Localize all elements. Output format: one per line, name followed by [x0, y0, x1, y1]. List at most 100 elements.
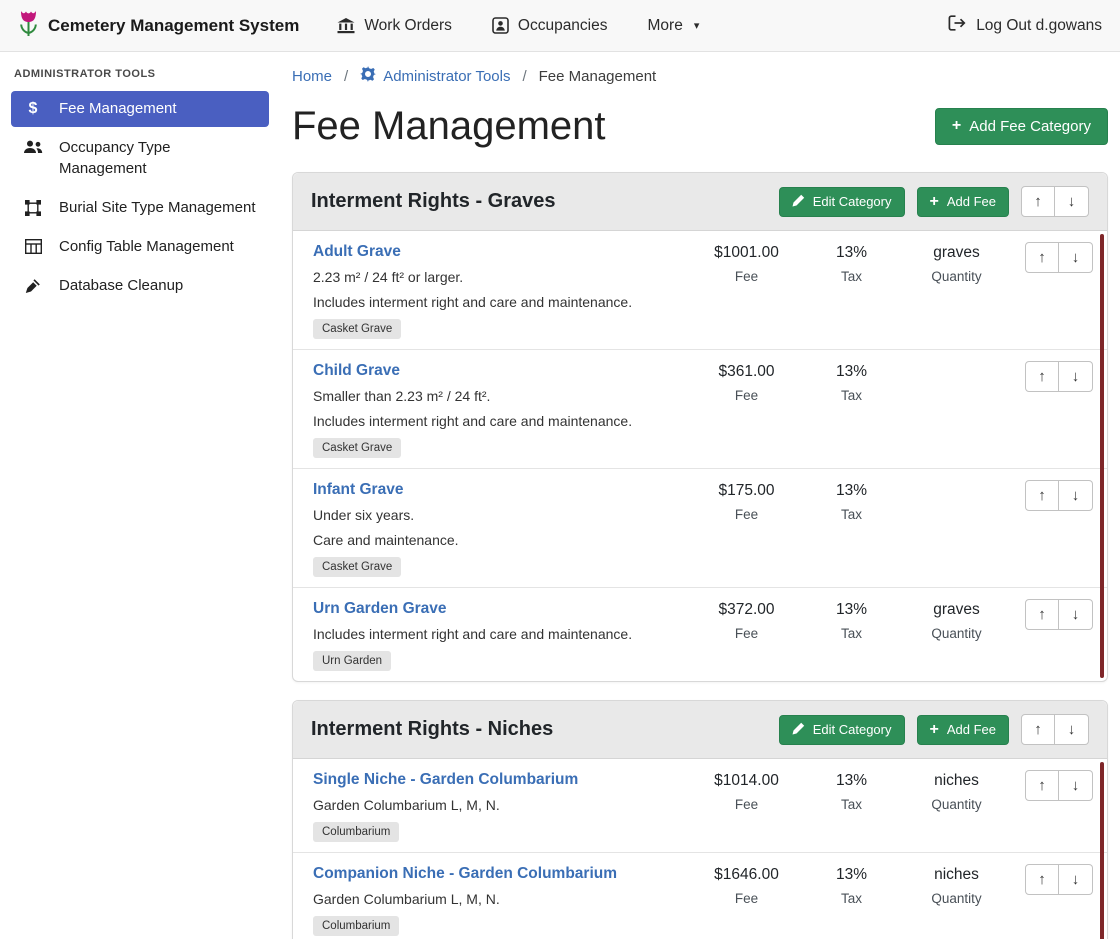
breadcrumb-separator: / — [522, 68, 526, 85]
fee-tax-value: 13% — [799, 362, 904, 382]
edit-category-button[interactable]: Edit Category — [779, 187, 905, 217]
move-fee-down-button[interactable]: ↓ — [1059, 242, 1093, 273]
fee-tax-label: Tax — [799, 507, 904, 522]
fee-amount-value: $1014.00 — [694, 771, 799, 791]
fee-quantity-label: Quantity — [904, 797, 1009, 812]
fee-tax-value: 13% — [799, 865, 904, 885]
logout-button[interactable]: Log Out d.gowans — [948, 15, 1102, 36]
fee-tax-column: 13% Tax — [799, 242, 904, 284]
arrow-up-icon: ↑ — [1038, 487, 1046, 504]
fee-description: Includes interment right and care and ma… — [313, 411, 686, 431]
sidebar-item-label: Occupancy Type Management — [59, 138, 258, 179]
move-category-up-button[interactable]: ↑ — [1021, 186, 1055, 217]
fee-tax-label: Tax — [799, 891, 904, 906]
sidebar-item-burial-site-type-management[interactable]: Burial Site Type Management — [11, 190, 269, 226]
fee-name-link[interactable]: Companion Niche - Garden Columbarium — [313, 864, 617, 884]
arrow-up-icon: ↑ — [1038, 606, 1046, 623]
breadcrumb-admin-tools-label: Administrator Tools — [383, 68, 510, 85]
breadcrumb-admin-tools-link[interactable]: Administrator Tools — [360, 66, 510, 86]
move-fee-up-button[interactable]: ↑ — [1025, 599, 1059, 630]
top-navbar: Cemetery Management System Work Orders — [0, 0, 1120, 52]
sidebar-item-config-table-management[interactable]: Config Table Management — [11, 229, 269, 265]
sidebar: ADMINISTRATOR TOOLS $ Fee Management Occ… — [0, 52, 280, 939]
fee-amount-column: $372.00 Fee — [694, 599, 799, 641]
fee-name-link[interactable]: Single Niche - Garden Columbarium — [313, 770, 578, 790]
fee-name-link[interactable]: Infant Grave — [313, 480, 403, 500]
move-category-up-button[interactable]: ↑ — [1021, 714, 1055, 745]
move-fee-up-button[interactable]: ↑ — [1025, 770, 1059, 801]
fee-amount-value: $372.00 — [694, 600, 799, 620]
nav-work-orders[interactable]: Work Orders — [337, 17, 452, 35]
arrow-down-icon: ↓ — [1072, 777, 1080, 794]
sidebar-item-label: Database Cleanup — [59, 276, 183, 296]
fee-description: Care and maintenance. — [313, 530, 686, 550]
move-category-down-button[interactable]: ↓ — [1055, 714, 1089, 745]
breadcrumb-separator: / — [344, 68, 348, 85]
sidebar-item-database-cleanup[interactable]: Database Cleanup — [11, 268, 269, 304]
breadcrumb-home-link[interactable]: Home — [292, 68, 332, 85]
edit-category-button[interactable]: Edit Category — [779, 715, 905, 745]
fee-quantity-label: Quantity — [904, 626, 1009, 641]
add-fee-button[interactable]: + Add Fee — [917, 715, 1010, 745]
fee-amount-label: Fee — [694, 797, 799, 812]
breadcrumb: Home / Administrator Tools / Fee Managem… — [292, 66, 1108, 86]
add-fee-category-label: Add Fee Category — [969, 118, 1091, 135]
card-scrollbar-thumb[interactable] — [1100, 234, 1104, 678]
fee-amount-value: $175.00 — [694, 481, 799, 501]
fee-tax-label: Tax — [799, 269, 904, 284]
fee-name-link[interactable]: Adult Grave — [313, 242, 401, 262]
move-fee-up-button[interactable]: ↑ — [1025, 480, 1059, 511]
category-title: Interment Rights - Graves — [311, 190, 767, 213]
page-title: Fee Management — [292, 102, 606, 150]
fee-name-link[interactable]: Urn Garden Grave — [313, 599, 447, 619]
fee-info: Infant Grave Under six years.Care and ma… — [313, 480, 694, 577]
move-fee-down-button[interactable]: ↓ — [1059, 480, 1093, 511]
move-category-down-button[interactable]: ↓ — [1055, 186, 1089, 217]
arrow-down-icon: ↓ — [1072, 249, 1080, 266]
fee-type-badge: Casket Grave — [313, 438, 401, 458]
move-fee-down-button[interactable]: ↓ — [1059, 770, 1093, 801]
person-frame-icon — [492, 17, 509, 34]
add-fee-button[interactable]: + Add Fee — [917, 187, 1010, 217]
fee-tax-label: Tax — [799, 626, 904, 641]
fee-row: Adult Grave 2.23 m² / 24 ft² or larger.I… — [293, 231, 1107, 350]
edit-category-label: Edit Category — [813, 194, 892, 209]
arrow-up-icon: ↑ — [1038, 871, 1046, 888]
add-fee-category-button[interactable]: + Add Fee Category — [935, 108, 1108, 145]
card-scrollbar-thumb[interactable] — [1100, 762, 1104, 939]
fee-quantity-column: niches Quantity — [904, 770, 1009, 812]
move-fee-down-button[interactable]: ↓ — [1059, 361, 1093, 392]
fee-amount-label: Fee — [694, 626, 799, 641]
sidebar-item-occupancy-type-management[interactable]: Occupancy Type Management — [11, 130, 269, 187]
plus-icon: + — [930, 194, 939, 210]
sidebar-item-label: Burial Site Type Management — [59, 198, 256, 218]
fee-category-card: Interment Rights - Graves Edit Category … — [292, 172, 1108, 682]
move-fee-up-button[interactable]: ↑ — [1025, 864, 1059, 895]
move-fee-up-button[interactable]: ↑ — [1025, 242, 1059, 273]
nav-occupancies[interactable]: Occupancies — [492, 17, 608, 35]
fee-type-badge: Columbarium — [313, 822, 399, 842]
fee-name-link[interactable]: Child Grave — [313, 361, 400, 381]
table-icon — [22, 237, 44, 254]
fee-quantity-label: Quantity — [904, 269, 1009, 284]
fee-tax-column: 13% Tax — [799, 361, 904, 403]
fee-type-badge: Urn Garden — [313, 651, 391, 671]
fee-description: Includes interment right and care and ma… — [313, 624, 686, 644]
plus-icon: + — [952, 118, 961, 134]
move-fee-down-button[interactable]: ↓ — [1059, 864, 1093, 895]
fee-quantity-column: niches Quantity — [904, 864, 1009, 906]
fee-category-body: Single Niche - Garden Columbarium Garden… — [293, 759, 1107, 939]
nav-more[interactable]: More ▾ — [648, 17, 700, 35]
brand-link[interactable]: Cemetery Management System — [18, 8, 299, 43]
fee-tax-value: 13% — [799, 481, 904, 501]
chevron-down-icon: ▾ — [694, 19, 700, 32]
fee-amount-column: $175.00 Fee — [694, 480, 799, 522]
sidebar-item-fee-management[interactable]: $ Fee Management — [11, 91, 269, 127]
move-fee-down-button[interactable]: ↓ — [1059, 599, 1093, 630]
arrow-up-icon: ↑ — [1038, 777, 1046, 794]
move-fee-up-button[interactable]: ↑ — [1025, 361, 1059, 392]
fee-info: Child Grave Smaller than 2.23 m² / 24 ft… — [313, 361, 694, 458]
fee-description: Garden Columbarium L, M, N. — [313, 795, 686, 815]
fee-type-badge: Casket Grave — [313, 319, 401, 339]
arrow-down-icon: ↓ — [1072, 368, 1080, 385]
